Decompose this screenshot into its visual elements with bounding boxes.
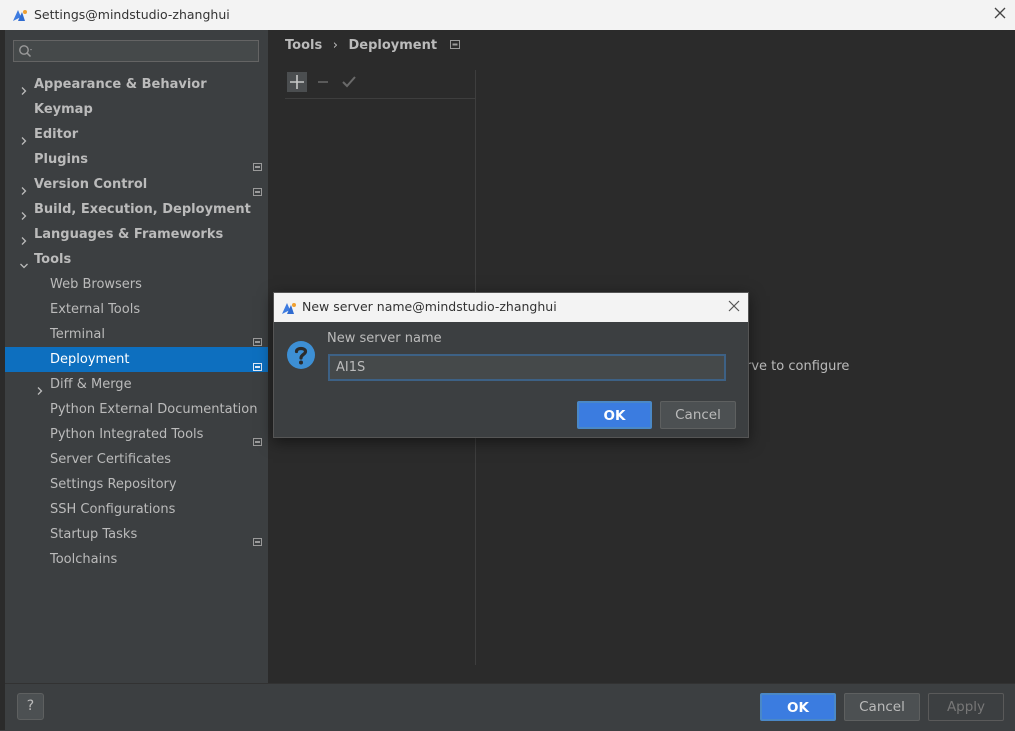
sidebar-item[interactable]: Toolchains	[5, 547, 268, 572]
sidebar-item[interactable]: Appearance & Behavior	[5, 72, 268, 97]
sidebar-item[interactable]: SSH Configurations	[5, 497, 268, 522]
window-close-icon[interactable]	[993, 6, 1007, 23]
dialog-footer: ? OK Cancel Apply	[5, 683, 1015, 731]
server-name-input[interactable]	[328, 354, 726, 381]
dialog-cancel-button[interactable]: Cancel	[660, 401, 736, 429]
settings-tree: Appearance & Behavior Keymap Editor Plugins…	[5, 72, 268, 572]
sidebar-item-label: Python Integrated Tools	[50, 427, 204, 442]
minus-icon	[318, 81, 328, 83]
project-scope-icon	[449, 38, 460, 53]
app-logo-icon	[281, 301, 297, 318]
sidebar-item-label: Server Certificates	[50, 452, 172, 467]
set-default-server-button[interactable]	[339, 72, 359, 92]
sidebar-item[interactable]: Terminal	[5, 322, 268, 347]
sidebar-item[interactable]: Editor	[5, 122, 268, 147]
sidebar-item[interactable]: Web Browsers	[5, 272, 268, 297]
project-scope-icon	[253, 355, 262, 371]
sidebar-item-label: Version Control	[34, 177, 148, 192]
breadcrumb-separator: ›	[332, 38, 338, 53]
sidebar-item[interactable]: Languages & Frameworks	[5, 222, 268, 247]
ok-button[interactable]: OK	[760, 693, 836, 721]
sidebar-item[interactable]: Settings Repository	[5, 472, 268, 497]
project-scope-icon	[253, 155, 262, 171]
search-icon	[18, 44, 34, 62]
dialog-title: New server name@mindstudio-zhanghui	[302, 299, 557, 314]
window-titlebar: Settings@mindstudio-zhanghui	[0, 0, 1015, 30]
sidebar-item[interactable]: Build, Execution, Deployment	[5, 197, 268, 222]
settings-search-input[interactable]	[13, 40, 259, 62]
sidebar-item-label: Plugins	[34, 152, 88, 167]
sidebar-item[interactable]: Keymap	[5, 97, 268, 122]
sidebar-item-label: Terminal	[50, 327, 105, 342]
server-list-toolbar	[285, 70, 475, 99]
breadcrumb-parent[interactable]: Tools	[285, 38, 322, 53]
sidebar-item[interactable]: Diff & Merge	[5, 372, 268, 397]
empty-state-hint: erve to configure	[738, 359, 850, 374]
sidebar-item-label: Appearance & Behavior	[34, 77, 207, 92]
sidebar-item[interactable]: Tools	[5, 247, 268, 272]
sidebar-item-label: Settings Repository	[50, 477, 177, 492]
settings-sidebar: Appearance & Behavior Keymap Editor Plugins…	[5, 30, 268, 683]
help-button[interactable]: ?	[17, 693, 44, 720]
question-icon	[286, 340, 316, 374]
sidebar-item-label: Build, Execution, Deployment	[34, 202, 251, 217]
breadcrumb: Tools › Deployment	[285, 38, 460, 53]
project-scope-icon	[253, 530, 262, 546]
sidebar-item-label: External Tools	[50, 302, 141, 317]
cancel-button[interactable]: Cancel	[844, 693, 920, 721]
sidebar-item[interactable]: Python External Documentation	[5, 397, 268, 422]
sidebar-item-label: Languages & Frameworks	[34, 227, 224, 242]
sidebar-item-label: Keymap	[34, 102, 93, 117]
project-scope-icon	[253, 330, 262, 346]
sidebar-item[interactable]: Python Integrated Tools	[5, 422, 268, 447]
dialog-titlebar: New server name@mindstudio-zhanghui	[274, 293, 748, 322]
sidebar-item-label: Editor	[34, 127, 79, 142]
sidebar-item-label: Python External Documentation	[50, 402, 258, 417]
breadcrumb-current: Deployment	[348, 38, 438, 53]
server-name-label: New server name	[327, 331, 442, 346]
sidebar-item-label: Diff & Merge	[50, 377, 132, 392]
sidebar-item[interactable]: Server Certificates	[5, 447, 268, 472]
sidebar-item-label: Tools	[34, 252, 72, 267]
sidebar-item[interactable]: External Tools	[5, 297, 268, 322]
sidebar-item[interactable]: Version Control	[5, 172, 268, 197]
sidebar-item-label: Deployment	[50, 352, 130, 367]
plus-icon	[290, 75, 304, 89]
sidebar-item-label: SSH Configurations	[50, 502, 176, 517]
sidebar-item[interactable]: Startup Tasks	[5, 522, 268, 547]
sidebar-item-label: Startup Tasks	[50, 527, 138, 542]
dialog-close-icon[interactable]	[727, 299, 741, 316]
remove-server-button[interactable]	[313, 72, 333, 92]
app-logo-icon	[12, 8, 28, 25]
new-server-name-dialog: New server name@mindstudio-zhanghui New …	[273, 292, 749, 438]
apply-button[interactable]: Apply	[928, 693, 1004, 721]
sidebar-item-label: Web Browsers	[50, 277, 142, 292]
sidebar-item[interactable]: Deployment	[5, 347, 268, 372]
window-title: Settings@mindstudio-zhanghui	[34, 7, 230, 22]
project-scope-icon	[253, 180, 262, 196]
sidebar-item[interactable]: Plugins	[5, 147, 268, 172]
dialog-ok-button[interactable]: OK	[577, 401, 652, 429]
project-scope-icon	[253, 430, 262, 446]
add-server-button[interactable]	[287, 72, 307, 92]
checkmark-icon	[342, 76, 356, 88]
sidebar-item-label: Toolchains	[50, 552, 118, 567]
